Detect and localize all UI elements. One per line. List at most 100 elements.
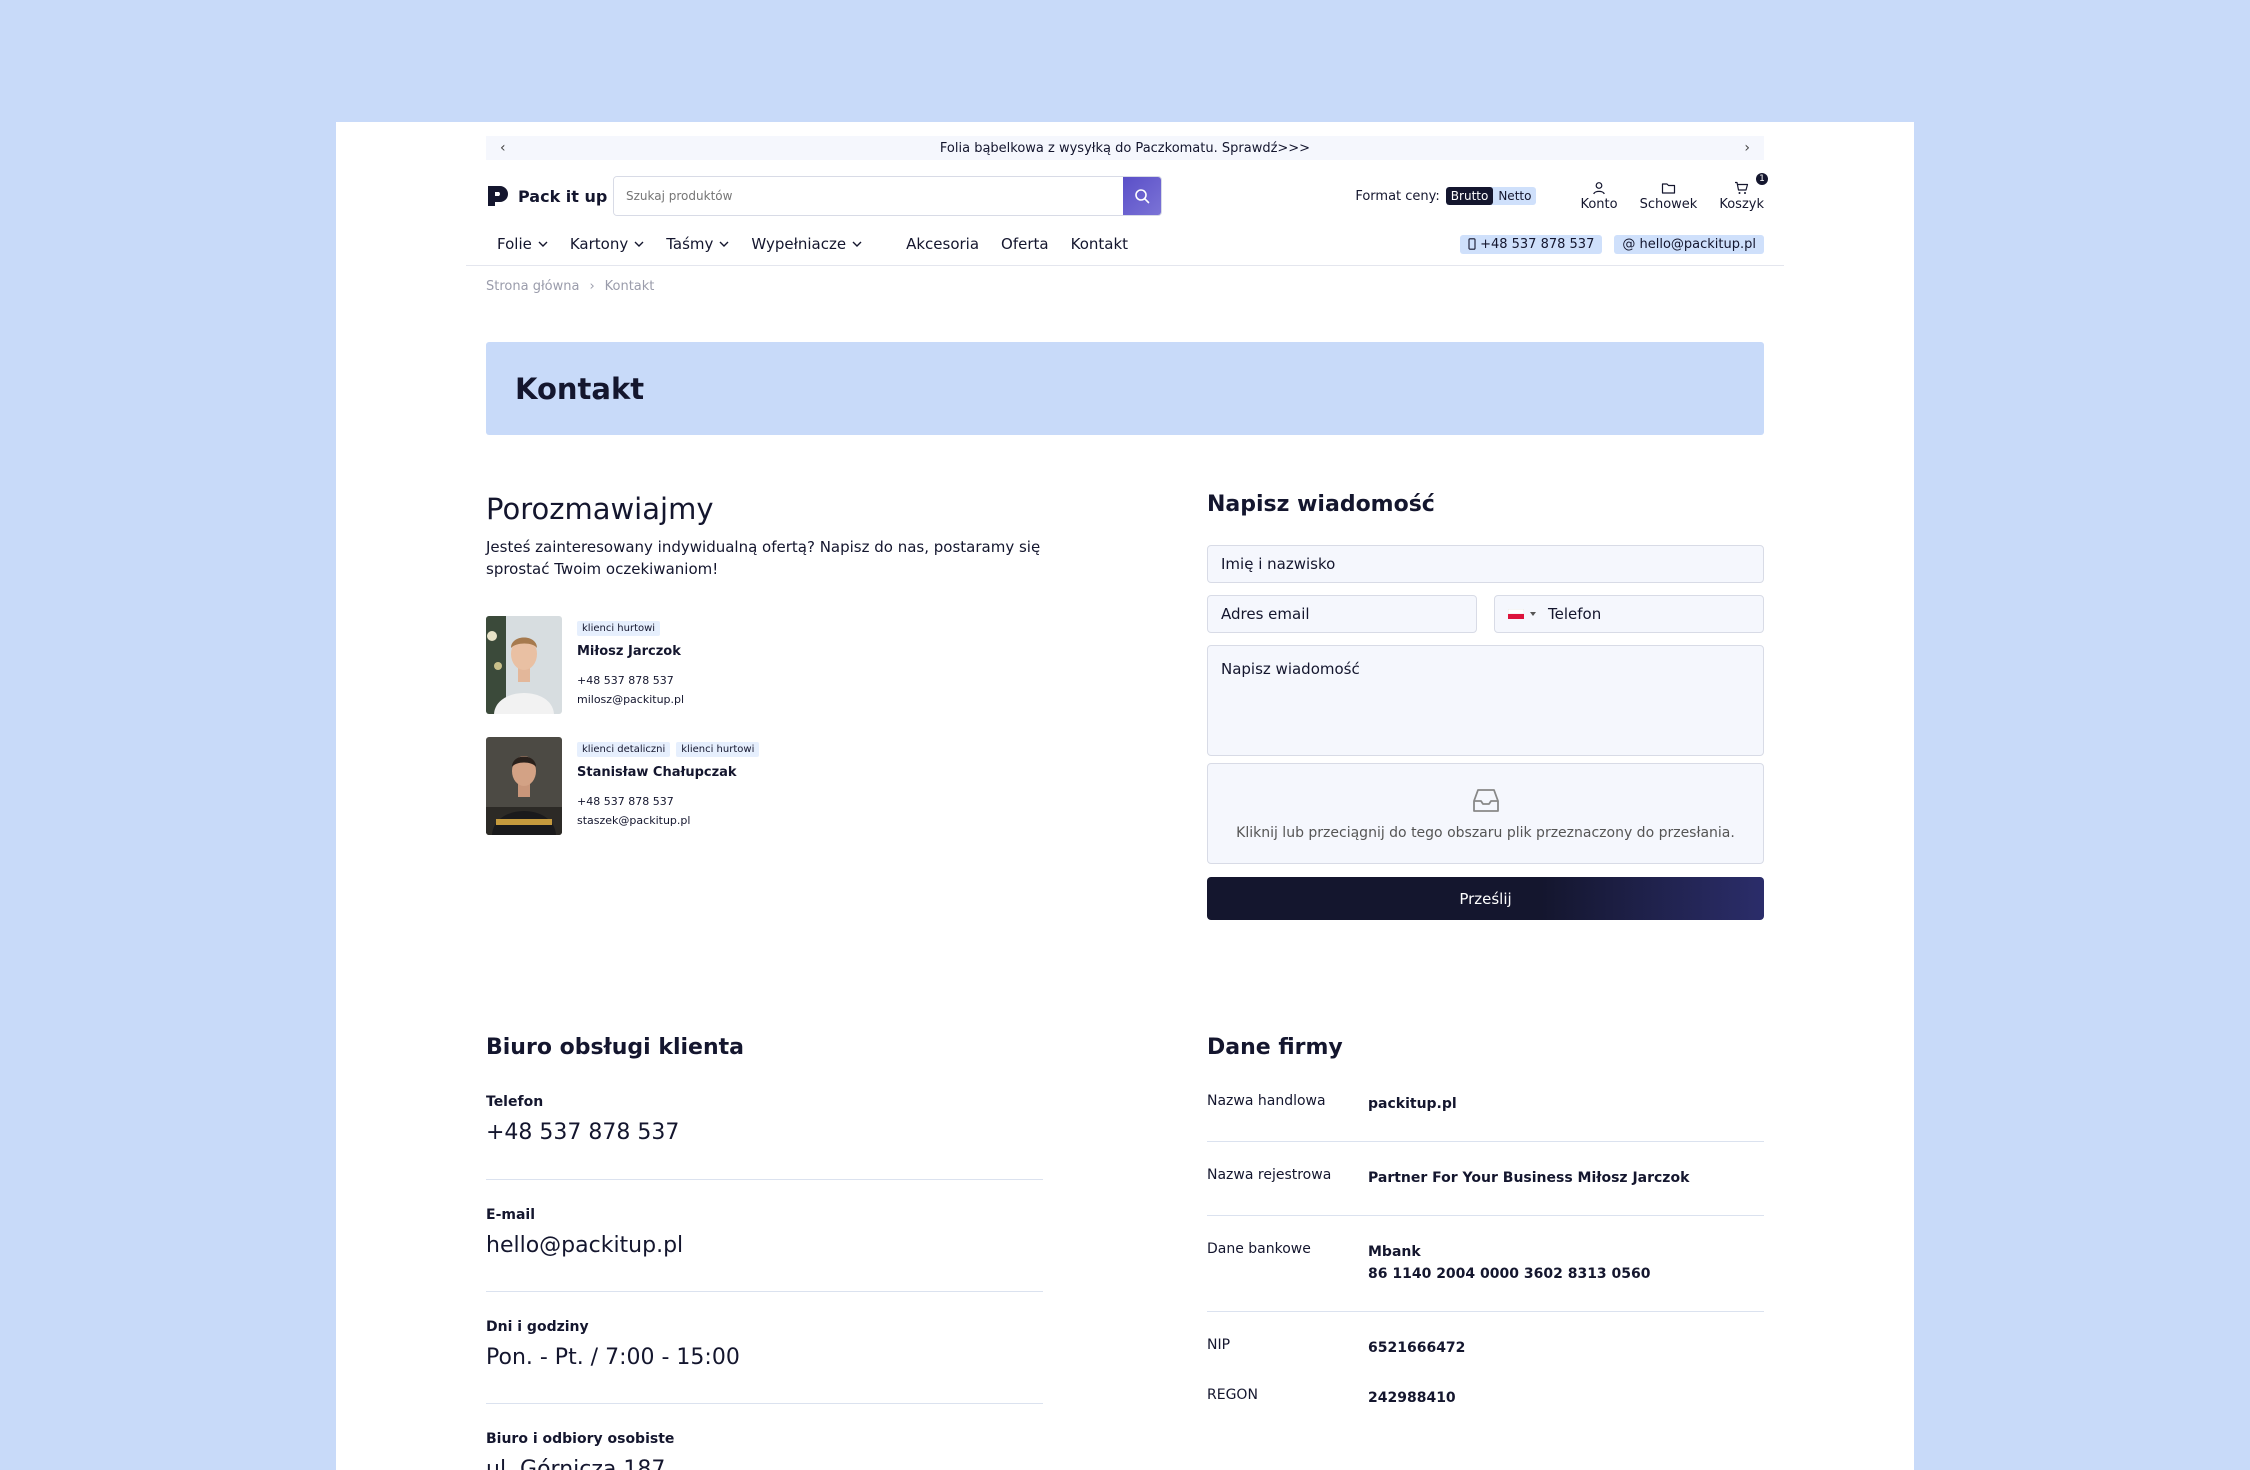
contact-person-card: klienci hurtowi Miłosz Jarczok +48 537 8… [486,616,684,714]
page-title: Kontakt [515,371,645,406]
nav-item-label: Akcesoria [906,235,980,253]
announcement-prev-button[interactable]: ‹ [500,140,506,156]
company-row: Nazwa rejestrowa Partner For Your Busine… [1207,1167,1764,1189]
office-hours-value: Pon. - Pt. / 7:00 - 15:00 [486,1345,740,1370]
logo[interactable]: Pack it up [486,184,613,208]
nav-phone-text: +48 537 878 537 [1480,236,1595,252]
caret-down-icon[interactable] [1530,612,1536,616]
nav-item-akcesoria[interactable]: Akcesoria [906,235,979,253]
company-row-value: packitup.pl [1368,1096,1457,1112]
divider [486,1291,1043,1292]
logo-text: Pack it up [518,186,608,206]
company-row: NIP 6521666472 [1207,1337,1764,1359]
person-phone[interactable]: +48 537 878 537 [577,671,684,690]
price-brutto-option[interactable]: Brutto [1445,187,1494,205]
account-button[interactable]: Konto [1580,181,1618,212]
chevron-down-icon [852,241,862,247]
message-field[interactable]: Napisz wiadomość [1207,645,1764,756]
breadcrumb-home[interactable]: Strona główna [486,279,579,294]
email-field[interactable]: Adres email [1207,595,1477,633]
search-icon [1135,189,1150,204]
avatar [486,616,562,714]
talk-description: Jesteś zainteresowany indywidualną ofert… [486,538,1041,578]
phone-placeholder: Telefon [1548,605,1602,623]
wishlist-button[interactable]: Schowek [1640,181,1697,212]
office-title: Biuro obsługi klienta [486,1035,744,1060]
contact-person-card: klienci detaliczni klienci hurtowi Stani… [486,737,760,835]
file-upload-dropzone[interactable]: Kliknij lub przeciągnij do tego obszaru … [1207,763,1764,864]
nav-item-folie[interactable]: Folie [497,235,548,253]
announcement-bar: ‹ Folia bąbelkowa z wysyłką do Paczkomat… [486,136,1764,160]
nav-item-label: Folie [497,235,532,253]
company-row-value: 6521666472 [1368,1340,1466,1356]
cart-button[interactable]: 1 Koszyk [1719,172,1768,212]
cart-icon [1735,181,1749,194]
price-netto-option[interactable]: Netto [1493,187,1536,205]
header-actions: Format ceny: Brutto Netto Konto Schowek [1355,172,1768,212]
phone-field[interactable]: Telefon [1494,595,1764,633]
person-info: klienci hurtowi Miłosz Jarczok +48 537 8… [577,616,684,714]
nav-item-label: Kartony [569,235,629,253]
person-info: klienci detaliczni klienci hurtowi Stani… [577,737,760,835]
chevron-down-icon [538,241,548,247]
nav-contact: +48 537 878 537 @ hello@packitup.pl [1460,234,1764,254]
nav-phone-link[interactable]: +48 537 878 537 [1460,234,1603,254]
person-name: Miłosz Jarczok [577,644,681,659]
office-email-label: E-mail [486,1207,536,1223]
upload-instructions: Kliknij lub przeciągnij do tego obszaru … [1236,824,1735,841]
person-tag: klienci hurtowi [577,621,661,636]
nav-item-wypelniacze[interactable]: Wypełniacze [751,235,862,253]
folder-icon [1661,182,1676,194]
company-bank-name: Mbank [1368,1244,1421,1260]
account-label: Konto [1580,196,1618,212]
price-format: Format ceny: Brutto Netto [1355,187,1537,205]
company-row: REGON 242988410 [1207,1387,1764,1409]
nav-divider [466,265,1784,266]
nav-item-tasmy[interactable]: Taśmy [666,235,729,253]
person-phone[interactable]: +48 537 878 537 [577,792,759,811]
office-email: E-mail hello@packitup.pl [486,1207,1043,1258]
nav-email-link[interactable]: @ hello@packitup.pl [1614,234,1764,254]
price-format-label: Format ceny: [1355,188,1440,204]
office-address-value: ul. Górnicza 187 [486,1457,666,1470]
header: Pack it up Format ceny: Brutto Netto [486,172,1768,216]
logo-icon [488,186,508,206]
person-tag: klienci hurtowi [676,742,760,757]
submit-button[interactable]: Prześlij [1207,877,1764,920]
company-row: Dane bankowe Mbank 86 1140 2004 0000 360… [1207,1241,1764,1285]
talk-title: Porozmawiajmy [486,492,714,526]
search-input[interactable] [614,177,1123,215]
office-phone-value[interactable]: +48 537 878 537 [486,1120,1043,1145]
cart-count-badge: 1 [1756,172,1768,185]
company-row-key: Dane bankowe [1207,1241,1311,1257]
company-row: Nazwa handlowa packitup.pl [1207,1093,1764,1115]
user-icon [1593,181,1605,194]
breadcrumb-separator: › [589,279,595,294]
person-email[interactable]: milosz@packitup.pl [577,690,684,709]
page-container: ‹ Folia bąbelkowa z wysyłką do Paczkomat… [336,122,1914,1470]
divider [1207,1311,1764,1312]
office-address: Biuro i odbiory osobiste ul. Górnicza 18… [486,1431,1043,1470]
office-email-value[interactable]: hello@packitup.pl [486,1233,1043,1258]
breadcrumb: Strona główna › Kontakt [486,279,654,294]
cart-label: Koszyk [1719,196,1764,212]
office-phone: Telefon +48 537 878 537 [486,1094,1043,1145]
nav-item-kontakt[interactable]: Kontakt [1071,235,1128,253]
office-address-label: Biuro i odbiory osobiste [486,1431,675,1447]
announcement-next-button[interactable]: › [1744,140,1750,156]
breadcrumb-current: Kontakt [604,279,655,294]
main-nav: Folie Kartony Taśmy Wypełniacze Akcesori… [486,232,1764,256]
poland-flag-icon [1508,609,1524,619]
search-bar [613,176,1162,216]
person-email[interactable]: staszek@packitup.pl [577,811,759,830]
avatar [486,737,562,835]
nav-item-oferta[interactable]: Oferta [1001,235,1049,253]
company-row-key: NIP [1207,1337,1231,1353]
chevron-down-icon [634,241,644,247]
phone-icon [1468,238,1476,250]
name-field[interactable]: Imię i nazwisko [1207,545,1764,583]
search-button[interactable] [1123,177,1161,215]
announcement-text[interactable]: Folia bąbelkowa z wysyłką do Paczkomatu.… [940,141,1310,156]
company-bank-account: 86 1140 2004 0000 3602 8313 0560 [1368,1266,1651,1282]
nav-item-kartony[interactable]: Kartony [570,235,644,253]
